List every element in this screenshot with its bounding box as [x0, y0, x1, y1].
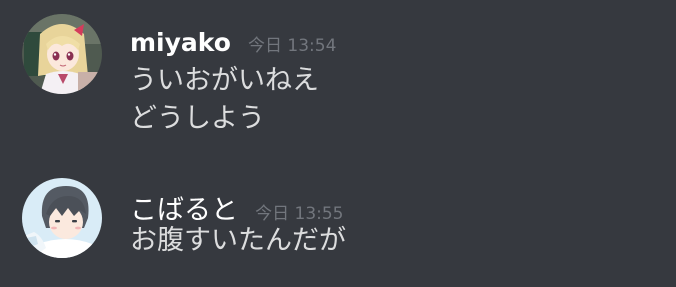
- username[interactable]: miyako: [130, 28, 231, 57]
- message-header: こばると 今日 13:55: [130, 188, 344, 226]
- timestamp[interactable]: 今日 13:54: [248, 36, 336, 56]
- anime-girl-avatar-icon: [22, 14, 102, 94]
- message-text: ういおがいねえ: [130, 65, 319, 96]
- user-avatar[interactable]: [22, 178, 102, 258]
- anime-boy-avatar-icon: [22, 178, 102, 258]
- message-header: miyako 今日 13:54: [130, 28, 336, 62]
- username[interactable]: こばると: [130, 195, 238, 226]
- message-text: どうしよう: [130, 103, 265, 134]
- user-avatar[interactable]: [22, 14, 102, 94]
- timestamp[interactable]: 今日 13:55: [255, 204, 343, 224]
- message-text: お腹すいたんだが: [130, 225, 346, 256]
- chat-message-list: miyako 今日 13:54 ういおがいねえ どうしよう こばると 今日 13…: [0, 0, 676, 287]
